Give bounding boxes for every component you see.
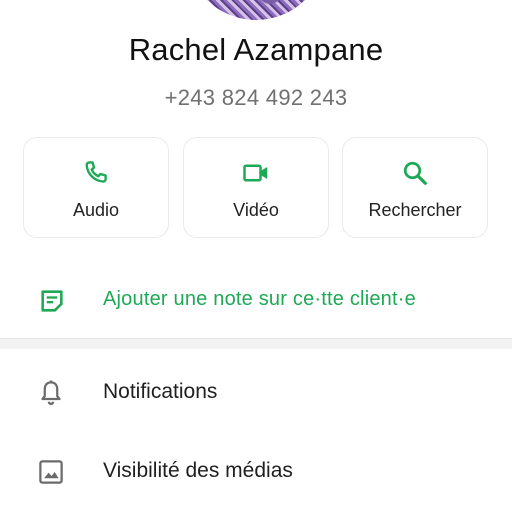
- add-note-button[interactable]: Ajouter une note sur ce·tte client·e: [0, 272, 512, 330]
- search-button[interactable]: Rechercher: [342, 137, 488, 238]
- audio-call-button[interactable]: Audio: [23, 137, 169, 238]
- search-label: Rechercher: [368, 200, 462, 220]
- media-visibility-setting[interactable]: Visibilité des médias: [0, 441, 512, 503]
- audio-label: Audio: [72, 200, 120, 220]
- search-icon: [403, 161, 427, 185]
- contact-name: Rachel Azampane: [128, 32, 384, 67]
- note-icon: [41, 290, 63, 312]
- notifications-label: Notifications: [103, 380, 218, 403]
- contact-avatar[interactable]: [186, 0, 326, 20]
- phone-icon: [85, 161, 107, 183]
- contact-phone: +243 824 492 243: [164, 85, 348, 110]
- video-call-button[interactable]: Vidéo: [183, 137, 329, 238]
- video-label: Vidéo: [233, 200, 279, 220]
- bell-icon: [41, 380, 61, 406]
- notifications-setting[interactable]: Notifications: [0, 362, 512, 424]
- image-icon: [39, 460, 63, 484]
- section-divider: [0, 338, 512, 349]
- add-note-label: Ajouter une note sur ce·tte client·e: [103, 288, 416, 310]
- media-visibility-label: Visibilité des médias: [103, 459, 293, 482]
- video-camera-icon: [243, 164, 268, 182]
